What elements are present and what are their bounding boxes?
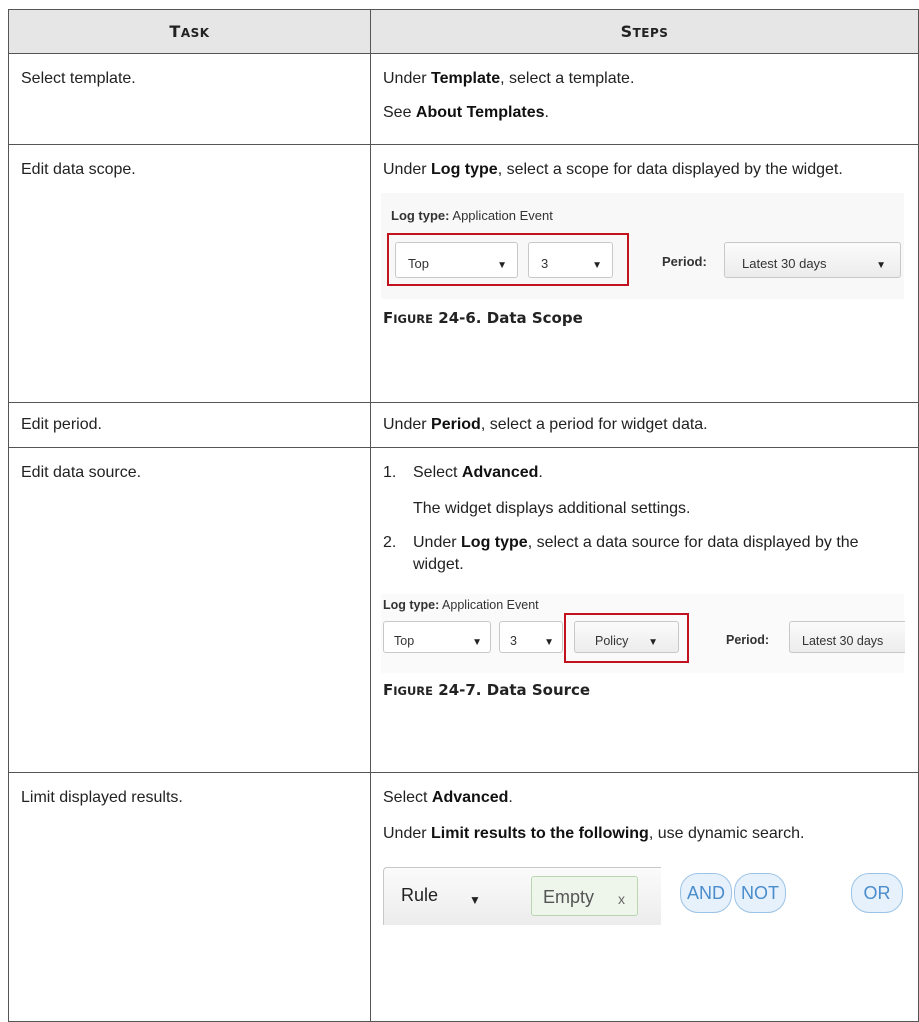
period-label: Period: bbox=[662, 254, 707, 269]
and-button[interactable]: AND bbox=[680, 873, 732, 913]
data-scope-screenshot: Log type: Application Event Top ▼ 3 ▼ Pe… bbox=[381, 193, 904, 299]
task-cell: Limit displayed results. bbox=[8, 772, 371, 1022]
step-text: See About Templates. bbox=[383, 104, 549, 121]
step-text: Under Period, select a period for widget… bbox=[383, 416, 708, 433]
highlight-box bbox=[387, 233, 629, 286]
task-cell: Edit data source. bbox=[8, 447, 371, 773]
task-cell: Select template. bbox=[8, 53, 371, 145]
caret-down-icon: ▼ bbox=[876, 260, 886, 271]
dynamic-search-screenshot: Rule ▼ Empty x AND NOT OR bbox=[381, 863, 904, 931]
top-select[interactable]: Top ▼ bbox=[383, 621, 491, 653]
table-row: Edit data source. 1. Select Advanced. Th… bbox=[8, 447, 919, 773]
task-steps-table: TASK STEPS Select template. Under Templa… bbox=[8, 9, 919, 1022]
step-text: Under Log type, select a scope for data … bbox=[383, 161, 843, 178]
list-item: 1. Select Advanced. The widget displays … bbox=[383, 464, 691, 517]
step-text: Under Limit results to the following, us… bbox=[383, 825, 805, 842]
chevron-down-icon: ▼ bbox=[544, 637, 554, 648]
figure-caption: FIGURE 24-6. Data Scope bbox=[383, 309, 583, 327]
chevron-down-icon: ▼ bbox=[472, 637, 482, 648]
or-button[interactable]: OR bbox=[851, 873, 903, 913]
header-task: TASK bbox=[8, 9, 371, 54]
header-steps: STEPS bbox=[370, 9, 919, 54]
empty-tag[interactable]: Empty x bbox=[531, 876, 638, 916]
not-button[interactable]: NOT bbox=[734, 873, 786, 913]
steps-cell: Select Advanced. Under Limit results to … bbox=[370, 772, 919, 1022]
table-row: Select template. Under Template, select … bbox=[8, 53, 919, 145]
step-text: Under Template, select a template. bbox=[383, 70, 635, 87]
period-dropdown[interactable]: Latest 30 days bbox=[789, 621, 905, 653]
steps-cell: 1. Select Advanced. The widget displays … bbox=[370, 447, 919, 773]
log-type-line: Log type: Application Event bbox=[383, 598, 539, 612]
task-cell: Edit period. bbox=[8, 402, 371, 448]
remove-icon[interactable]: x bbox=[618, 888, 625, 910]
period-label: Period: bbox=[726, 633, 770, 647]
rule-group: Rule ▼ Empty x bbox=[383, 867, 661, 925]
period-dropdown[interactable]: Latest 30 days ▼ bbox=[724, 242, 901, 278]
step-list: 1. Select Advanced. The widget displays … bbox=[383, 462, 906, 576]
steps-cell: Under Period, select a period for widget… bbox=[370, 402, 919, 448]
table-header-row: TASK STEPS bbox=[8, 9, 919, 54]
step-text: Select Advanced. bbox=[383, 789, 513, 806]
log-type-line: Log type: Application Event bbox=[391, 208, 553, 223]
task-cell: Edit data scope. bbox=[8, 144, 371, 403]
figure-caption: FIGURE 24-7. Data Source bbox=[383, 681, 591, 699]
count-select[interactable]: 3 ▼ bbox=[499, 621, 563, 653]
data-source-screenshot: Log type: Application Event Top ▼ 3 ▼ Po… bbox=[381, 594, 905, 673]
table-row: Limit displayed results. Select Advanced… bbox=[8, 772, 919, 1022]
caret-down-icon: ▼ bbox=[469, 893, 481, 907]
steps-cell: Under Template, select a template. See A… bbox=[370, 53, 919, 145]
table-row: Edit period. Under Period, select a peri… bbox=[8, 402, 919, 448]
about-templates-link[interactable]: About Templates bbox=[416, 104, 545, 121]
steps-cell: Under Log type, select a scope for data … bbox=[370, 144, 919, 403]
table-row: Edit data scope. Under Log type, select … bbox=[8, 144, 919, 403]
highlight-box bbox=[564, 613, 689, 663]
list-item: 2. Under Log type, select a data source … bbox=[383, 534, 859, 573]
rule-dropdown[interactable]: Rule bbox=[401, 884, 438, 906]
